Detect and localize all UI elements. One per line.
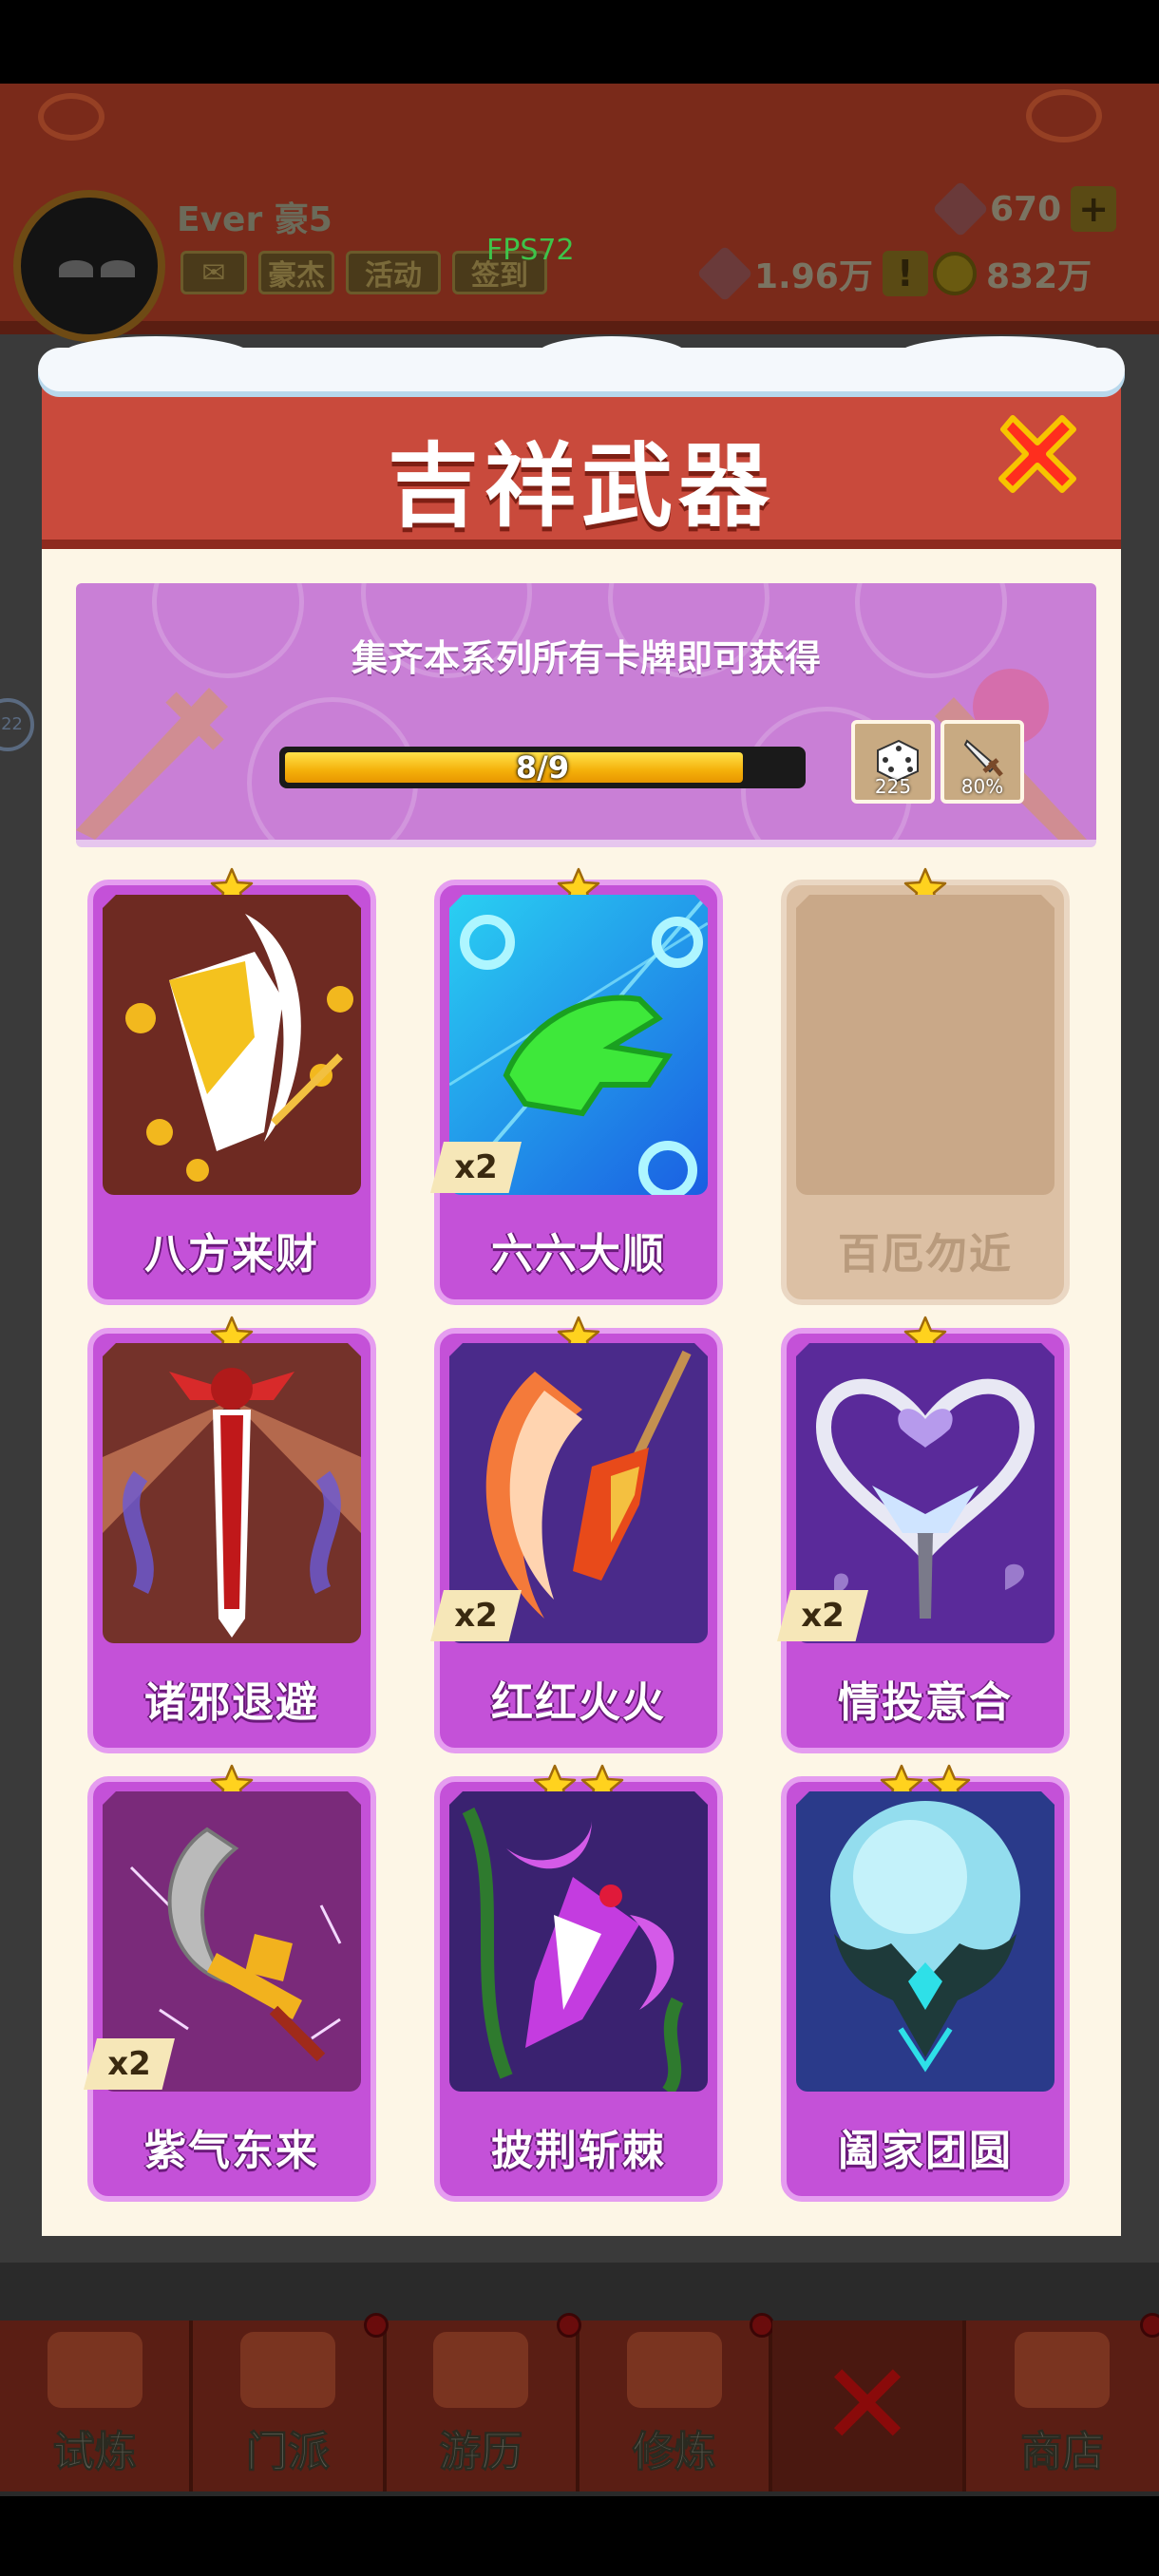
nav-label: 商店 bbox=[1020, 2428, 1105, 2477]
reward-value: 80% bbox=[960, 775, 1004, 798]
gem-counter: 670 + bbox=[932, 180, 1117, 237]
nav-label: 游历 bbox=[439, 2428, 523, 2477]
card-name: 八方来财 bbox=[144, 1230, 319, 1279]
mail-icon[interactable]: ✉ bbox=[180, 251, 247, 294]
notification-dot bbox=[363, 2313, 389, 2338]
avatar-eye bbox=[59, 260, 93, 277]
card-name: 披荆斩棘 bbox=[491, 2127, 666, 2175]
avatar-eye bbox=[101, 260, 135, 277]
thorn-blade-icon bbox=[462, 1807, 684, 2092]
weapon-card[interactable]: 八方来财 bbox=[87, 867, 376, 1305]
token-counter: 1.96万 ! bbox=[696, 245, 928, 302]
quantity-badge: x2 bbox=[430, 1590, 522, 1641]
weapon-card[interactable]: x2 红红火火 bbox=[430, 1316, 723, 1753]
shop-icon bbox=[1015, 2332, 1111, 2408]
snow-trim bbox=[536, 336, 688, 374]
nav-label: 试炼 bbox=[52, 2428, 137, 2477]
chip-event[interactable]: 活动 bbox=[346, 251, 441, 294]
notification-dot bbox=[750, 2313, 775, 2338]
temple-icon bbox=[239, 2332, 335, 2408]
chip-hero[interactable]: 豪杰 bbox=[258, 251, 334, 294]
card-name: 百厄勿近 bbox=[838, 1230, 1013, 1279]
red-sword-icon bbox=[103, 1368, 361, 1638]
snow-trim bbox=[897, 336, 1106, 374]
reward-sword[interactable]: 80% bbox=[940, 720, 1024, 804]
nav-tab-shop[interactable]: 商店 bbox=[966, 2313, 1159, 2491]
crossed-swords-icon: ✕ bbox=[819, 2339, 916, 2472]
snow-trim bbox=[61, 336, 251, 374]
banner-text: 集齐本系列所有卡牌即可获得 bbox=[351, 637, 821, 679]
reward-dice[interactable]: 225 bbox=[851, 720, 935, 804]
cloud-ornament bbox=[38, 93, 104, 141]
card-art bbox=[796, 1791, 1054, 2092]
coin-value: 832万 bbox=[986, 257, 1092, 296]
nav-tab-travel[interactable]: 游历 bbox=[387, 2313, 581, 2491]
nav-tab-sect[interactable]: 门派 bbox=[193, 2313, 389, 2491]
player-name: Ever 豪5 bbox=[177, 200, 332, 239]
nav-tab-battle[interactable]: ✕ bbox=[772, 2320, 966, 2491]
book-icon bbox=[626, 2332, 722, 2408]
card-art-placeholder bbox=[796, 895, 1054, 1195]
nav-label: 修炼 bbox=[632, 2428, 716, 2477]
gem-value: 670 bbox=[990, 189, 1062, 229]
nav-label: 门派 bbox=[245, 2428, 330, 2477]
dialog-header: 吉祥武器 bbox=[38, 336, 1125, 549]
coin-counter: 832万 bbox=[933, 249, 1092, 298]
plus-icon[interactable]: + bbox=[1071, 186, 1117, 232]
weapon-card[interactable]: 诸邪退避 bbox=[87, 1316, 376, 1753]
moon-orb-icon bbox=[830, 1801, 1020, 2073]
card-art bbox=[449, 1791, 708, 2092]
close-button[interactable] bbox=[990, 407, 1085, 502]
progress-label: 8/9 bbox=[515, 749, 570, 786]
weapon-card[interactable]: x2 紫气东来 bbox=[84, 1764, 376, 2202]
quantity-badge: x2 bbox=[84, 2038, 175, 2090]
card-name: 阖家团圆 bbox=[838, 2127, 1013, 2175]
landscape-icon bbox=[433, 2332, 529, 2408]
fps-counter: FPS72 bbox=[486, 234, 575, 267]
gem-icon bbox=[932, 180, 989, 237]
cloud-ornament bbox=[1026, 89, 1102, 142]
reward-value: 225 bbox=[874, 775, 912, 798]
card-name: 紫气东来 bbox=[144, 2127, 319, 2175]
card-art bbox=[103, 1343, 361, 1643]
card-name: 红红火火 bbox=[491, 1678, 666, 1727]
weapon-card-locked[interactable]: 百厄勿近 bbox=[781, 867, 1070, 1305]
nav-tab-trial[interactable]: 试炼 bbox=[0, 2320, 194, 2491]
weapon-card[interactable]: x2 六六大顺 bbox=[430, 867, 723, 1305]
notification-dot bbox=[1139, 2313, 1159, 2338]
token-value: 1.96万 bbox=[754, 257, 873, 296]
card-name: 诸邪退避 bbox=[144, 1678, 319, 1727]
quantity-badge: x2 bbox=[430, 1142, 522, 1193]
gold-blade-icon bbox=[125, 914, 353, 1182]
collection-progress-bar: 8/9 bbox=[279, 747, 806, 788]
notification-dot bbox=[556, 2313, 581, 2338]
weapon-card[interactable]: 阖家团圆 bbox=[781, 1764, 1070, 2202]
weapon-card[interactable]: x2 情投意合 bbox=[777, 1316, 1070, 1753]
card-name: 情投意合 bbox=[838, 1678, 1013, 1727]
close-x-icon bbox=[998, 415, 1076, 493]
coin-icon bbox=[933, 252, 977, 295]
sword-silhouette-icon bbox=[76, 688, 228, 840]
quantity-badge: x2 bbox=[777, 1590, 868, 1641]
collection-banner: 集齐本系列所有卡牌即可获得 8/9 225 80% bbox=[76, 583, 1096, 847]
nav-tab-cultivate[interactable]: 修炼 bbox=[580, 2313, 775, 2491]
alert-icon[interactable]: ! bbox=[882, 251, 928, 296]
avatar[interactable] bbox=[13, 190, 165, 342]
weapon-card[interactable]: 披荆斩棘 bbox=[434, 1764, 723, 2202]
scroll-icon bbox=[47, 2332, 142, 2408]
card-name: 六六大顺 bbox=[491, 1230, 666, 1279]
bottom-nav: 试炼 门派 游历 修炼 ✕ 商店 bbox=[0, 2313, 1159, 2491]
token-icon bbox=[696, 245, 753, 302]
card-art bbox=[103, 895, 361, 1195]
dialog-title: 吉祥武器 bbox=[388, 433, 775, 540]
